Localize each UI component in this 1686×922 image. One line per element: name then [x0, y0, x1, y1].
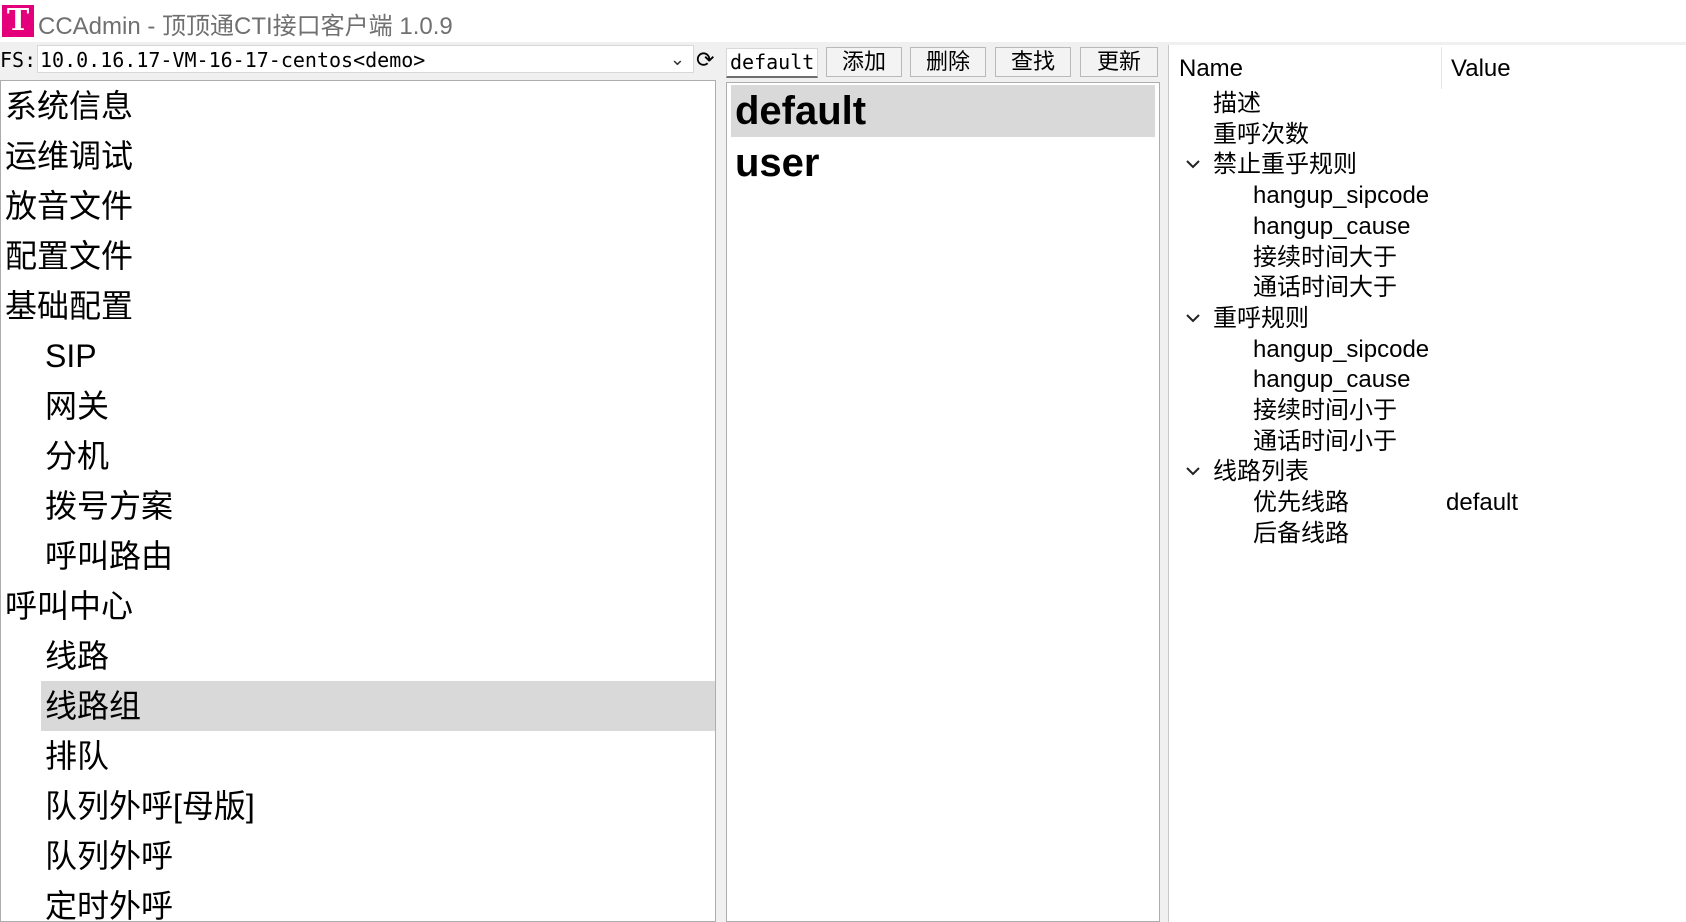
property-row[interactable]: 优先线路 default: [1169, 486, 1686, 519]
property-row[interactable]: 线路列表: [1169, 455, 1686, 488]
property-row[interactable]: 禁止重乎规则: [1169, 148, 1686, 181]
property-row[interactable]: hangup_sipcode: [1169, 179, 1686, 212]
group-name-input[interactable]: default: [726, 48, 818, 78]
property-row[interactable]: hangup_cause: [1169, 210, 1686, 243]
property-row[interactable]: hangup_sipcode: [1169, 333, 1686, 366]
property-name: 重呼规则: [1213, 304, 1309, 332]
add-button[interactable]: 添加: [826, 47, 902, 77]
chevron-down-icon[interactable]: [1183, 455, 1203, 488]
property-name: 禁止重乎规则: [1213, 151, 1357, 179]
fs-label: FS:: [0, 48, 37, 72]
update-button[interactable]: 更新: [1080, 47, 1158, 77]
property-row[interactable]: 描述: [1169, 87, 1686, 120]
nav-item[interactable]: SIP: [1, 331, 715, 381]
property-tree[interactable]: Name Value 描述 重呼次数 禁止重乎规则 hangup_sipcode han…: [1168, 45, 1686, 922]
nav-item[interactable]: 队列外呼[母版]: [1, 781, 715, 831]
app-logo-icon: T: [2, 5, 34, 37]
property-row[interactable]: 接续时间大于: [1169, 241, 1686, 274]
property-row[interactable]: hangup_cause: [1169, 363, 1686, 396]
nav-item[interactable]: 基础配置: [1, 281, 715, 331]
line-group-list[interactable]: default user: [726, 82, 1160, 922]
property-value[interactable]: default: [1446, 486, 1518, 519]
property-name: 重呼次数: [1213, 120, 1309, 148]
nav-item[interactable]: 系统信息: [1, 81, 715, 131]
nav-item[interactable]: 线路组: [41, 681, 715, 731]
nav-item[interactable]: 拨号方案: [1, 481, 715, 531]
title-bar: T CCAdmin - 顶顶通CTI接口客户端 1.0.9: [0, 0, 1686, 42]
chevron-down-icon[interactable]: [1183, 302, 1203, 335]
property-name: 接续时间小于: [1253, 397, 1397, 424]
property-name: 接续时间大于: [1253, 243, 1397, 271]
delete-button[interactable]: 删除: [910, 47, 986, 77]
property-row[interactable]: 重呼次数: [1169, 118, 1686, 151]
nav-item[interactable]: 运维调试: [1, 131, 715, 181]
nav-item[interactable]: 呼叫中心: [1, 581, 715, 631]
property-name: 通话时间小于: [1253, 427, 1397, 455]
nav-tree[interactable]: 系统信息 运维调试 放音文件 配置文件 基础配置 SIP 网关 分机 拨号方案 呼叫路由 呼叫中心线…: [0, 80, 716, 922]
column-header-name[interactable]: Name: [1179, 53, 1243, 85]
nav-item[interactable]: 分机: [1, 431, 715, 481]
property-name: hangup_sipcode: [1253, 335, 1430, 363]
property-name: hangup_cause: [1253, 212, 1411, 240]
nav-item[interactable]: 网关: [1, 381, 715, 431]
property-row[interactable]: 后备线路: [1169, 517, 1686, 550]
property-name: hangup_sipcode: [1253, 182, 1430, 210]
find-button[interactable]: 查找: [995, 47, 1071, 77]
chevron-down-icon[interactable]: ⌄: [670, 49, 685, 70]
nav-item[interactable]: 队列外呼: [1, 831, 715, 881]
property-row[interactable]: 通话时间小于: [1169, 425, 1686, 458]
window-title: CCAdmin - 顶顶通CTI接口客户端 1.0.9: [38, 13, 453, 40]
server-select[interactable]: 10.0.16.17-VM-16-17-centos<demo> ⌄: [37, 45, 694, 73]
refresh-icon[interactable]: ⟳: [696, 47, 714, 73]
property-name: 优先线路: [1253, 489, 1349, 517]
column-divider[interactable]: [1441, 47, 1442, 89]
server-select-value: 10.0.16.17-VM-16-17-centos<demo>: [40, 48, 426, 72]
property-row[interactable]: 重呼规则: [1169, 302, 1686, 335]
property-row[interactable]: 接续时间小于: [1169, 394, 1686, 427]
nav-item[interactable]: 呼叫路由: [1, 531, 715, 581]
nav-item[interactable]: 配置文件: [1, 231, 715, 281]
property-name: hangup_cause: [1253, 366, 1411, 394]
property-name: 描述: [1213, 90, 1261, 117]
property-name: 通话时间大于: [1253, 274, 1397, 302]
nav-item[interactable]: 线路: [1, 631, 715, 681]
list-item[interactable]: user: [731, 137, 1155, 189]
property-row[interactable]: 通话时间大于: [1169, 271, 1686, 304]
nav-item[interactable]: 排队: [1, 731, 715, 781]
chevron-down-icon[interactable]: [1183, 148, 1203, 181]
property-name: 后备线路: [1253, 519, 1349, 547]
nav-item[interactable]: 定时外呼: [1, 881, 715, 921]
column-header-value[interactable]: Value: [1451, 53, 1511, 85]
list-item[interactable]: default: [731, 85, 1155, 137]
property-name: 线路列表: [1213, 458, 1309, 486]
nav-item[interactable]: 放音文件: [1, 181, 715, 231]
